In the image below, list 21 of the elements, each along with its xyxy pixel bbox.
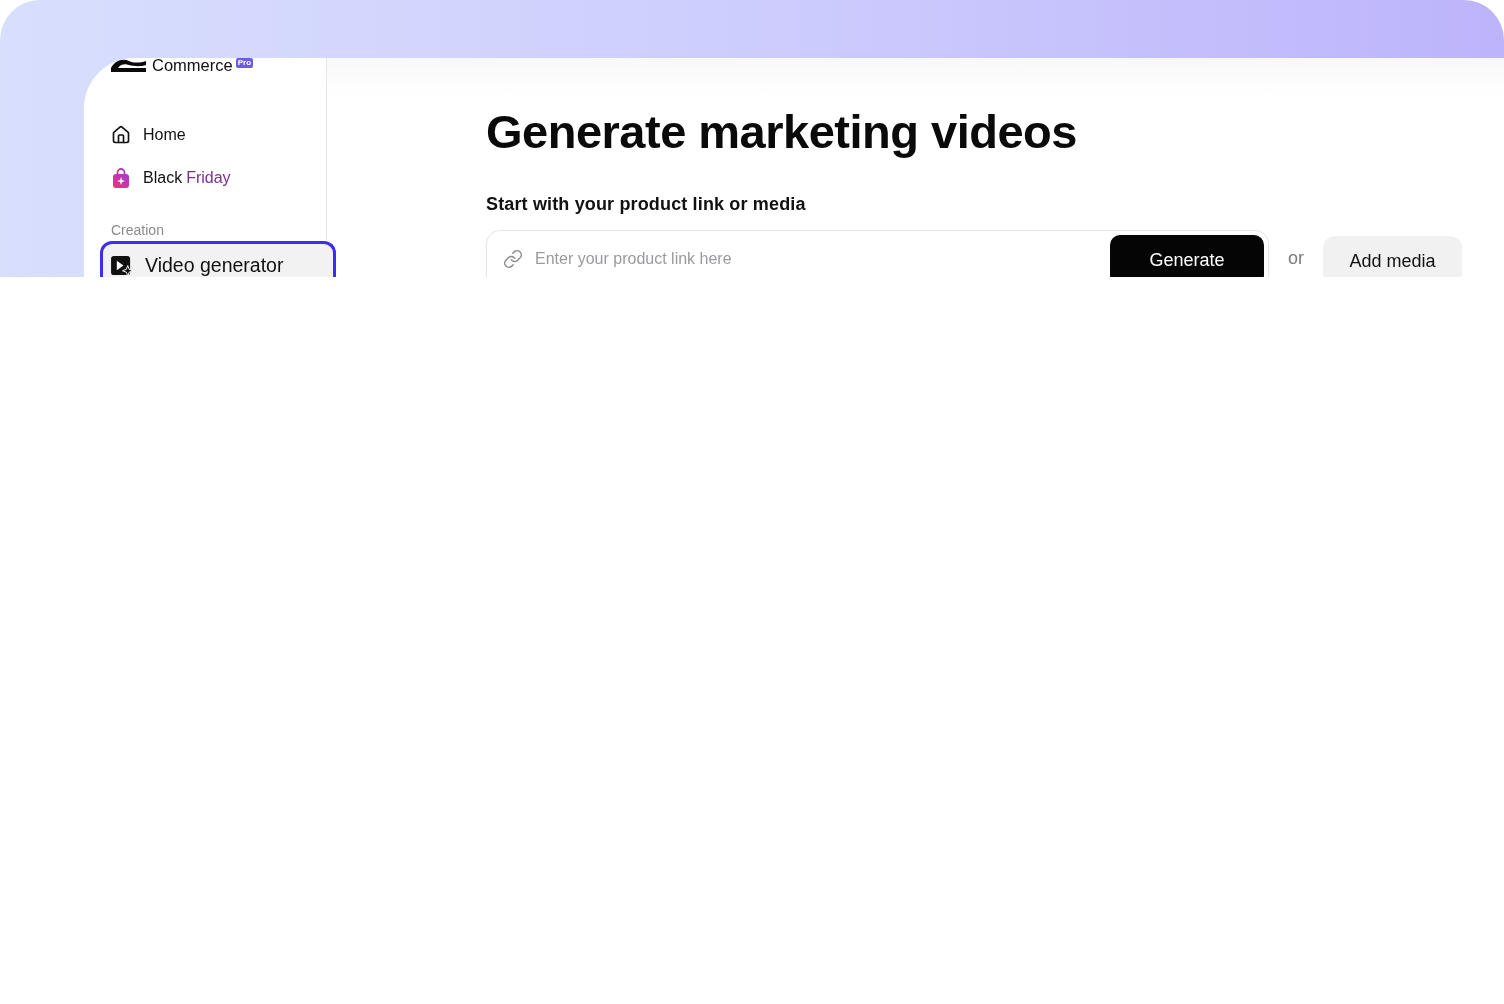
brand-name: Commerce: [152, 58, 233, 72]
logo-icon: [111, 58, 146, 72]
add-media-button[interactable]: Add media: [1323, 236, 1462, 277]
nav-label: Video generator: [145, 255, 284, 275]
product-link-field[interactable]: Enter your product link here Generate: [486, 230, 1269, 277]
nav-item[interactable]: Home: [84, 117, 326, 153]
nav-label-highlight: Friday: [186, 169, 231, 187]
section-heading: Start with your product link or media: [486, 193, 806, 215]
section-title: Creation: [110, 222, 164, 238]
pro-badge: Pro: [235, 58, 254, 68]
link-icon: [503, 249, 523, 269]
page-title: Generate marketing videos: [486, 107, 1077, 157]
shopping-bag-icon: [111, 168, 131, 188]
video-sparkle-icon: [111, 256, 134, 276]
nav-item[interactable]: Black Friday: [84, 160, 326, 196]
separator-text: or: [1288, 248, 1304, 269]
home-icon: [111, 125, 131, 145]
nav-label: Home: [143, 126, 186, 144]
nav-item[interactable]: Video generator: [100, 241, 336, 277]
generate-button[interactable]: Generate: [1110, 235, 1264, 277]
nav-label: Black: [143, 169, 183, 187]
